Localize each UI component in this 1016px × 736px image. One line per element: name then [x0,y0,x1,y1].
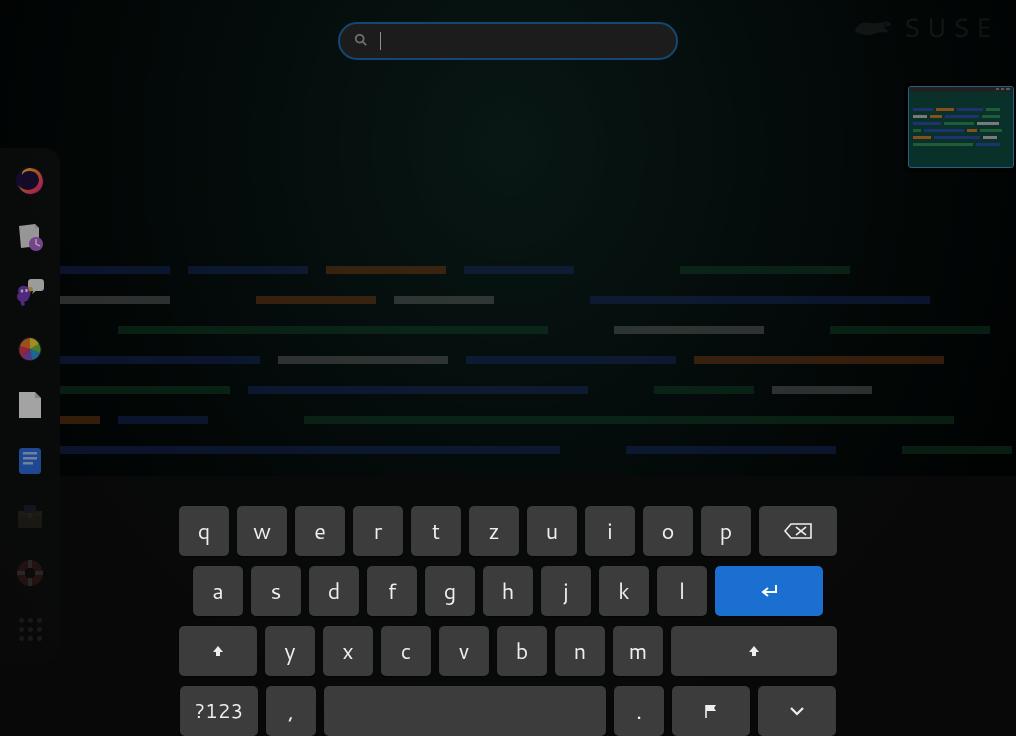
key-k[interactable]: k [599,566,649,616]
key-r[interactable]: r [353,506,403,556]
thumbnail-titlebar [909,87,1013,92]
key-t[interactable]: t [411,506,461,556]
key-e[interactable]: e [295,506,345,556]
key-s[interactable]: s [251,566,301,616]
key-q[interactable]: q [179,506,229,556]
key-comma[interactable]: , [266,686,316,736]
key-backspace[interactable] [759,506,837,556]
key-d[interactable]: d [309,566,359,616]
enter-icon [759,583,779,599]
key-symbols[interactable]: ?123 [180,686,258,736]
backspace-icon [783,522,813,540]
shift-up-icon [747,644,761,658]
key-j[interactable]: j [541,566,591,616]
key-p[interactable]: p [701,506,751,556]
key-emoji-flag[interactable] [672,686,750,736]
window-thumbnail[interactable] [908,86,1014,168]
key-shift-left[interactable] [179,626,257,676]
key-z[interactable]: z [469,506,519,556]
dash-app-contacts[interactable] [13,444,47,478]
flag-icon [703,703,719,719]
key-v[interactable]: v [439,626,489,676]
key-hide-keyboard[interactable] [758,686,836,736]
key-shift-right[interactable] [671,626,837,676]
key-enter[interactable] [715,566,823,616]
chameleon-icon [853,17,893,39]
dash-app-pidgin[interactable] [13,276,47,310]
key-b[interactable]: b [497,626,547,676]
key-y[interactable]: y [265,626,315,676]
key-i[interactable]: i [585,506,635,556]
key-g[interactable]: g [425,566,475,616]
key-m[interactable]: m [613,626,663,676]
search-input[interactable] [393,33,662,49]
key-space[interactable] [324,686,606,736]
brand-logo: SUSE [853,10,998,46]
chevron-down-icon [788,705,806,717]
dash-app-libreoffice[interactable] [13,388,47,422]
key-h[interactable]: h [483,566,533,616]
key-l[interactable]: l [657,566,707,616]
key-u[interactable]: u [527,506,577,556]
key-f[interactable]: f [367,566,417,616]
search-bar[interactable] [338,22,678,60]
key-n[interactable]: n [555,626,605,676]
shift-up-icon [211,644,225,658]
key-period[interactable]: . [614,686,664,736]
dash-app-firefox[interactable] [13,164,47,198]
dash-app-calendar-tasks[interactable] [13,220,47,254]
key-a[interactable]: a [193,566,243,616]
key-c[interactable]: c [381,626,431,676]
thumbnail-content [909,92,1013,150]
key-o[interactable]: o [643,506,693,556]
brand-text: SUSE [903,10,998,46]
onscreen-keyboard: q w e r t z u i o p a s d f g h j k l [0,476,1016,736]
key-w[interactable]: w [237,506,287,556]
dash-app-color-utility[interactable] [13,332,47,366]
text-cursor [380,32,381,50]
key-x[interactable]: x [323,626,373,676]
wallpaper-stripes [60,266,1016,454]
search-icon [354,30,368,53]
